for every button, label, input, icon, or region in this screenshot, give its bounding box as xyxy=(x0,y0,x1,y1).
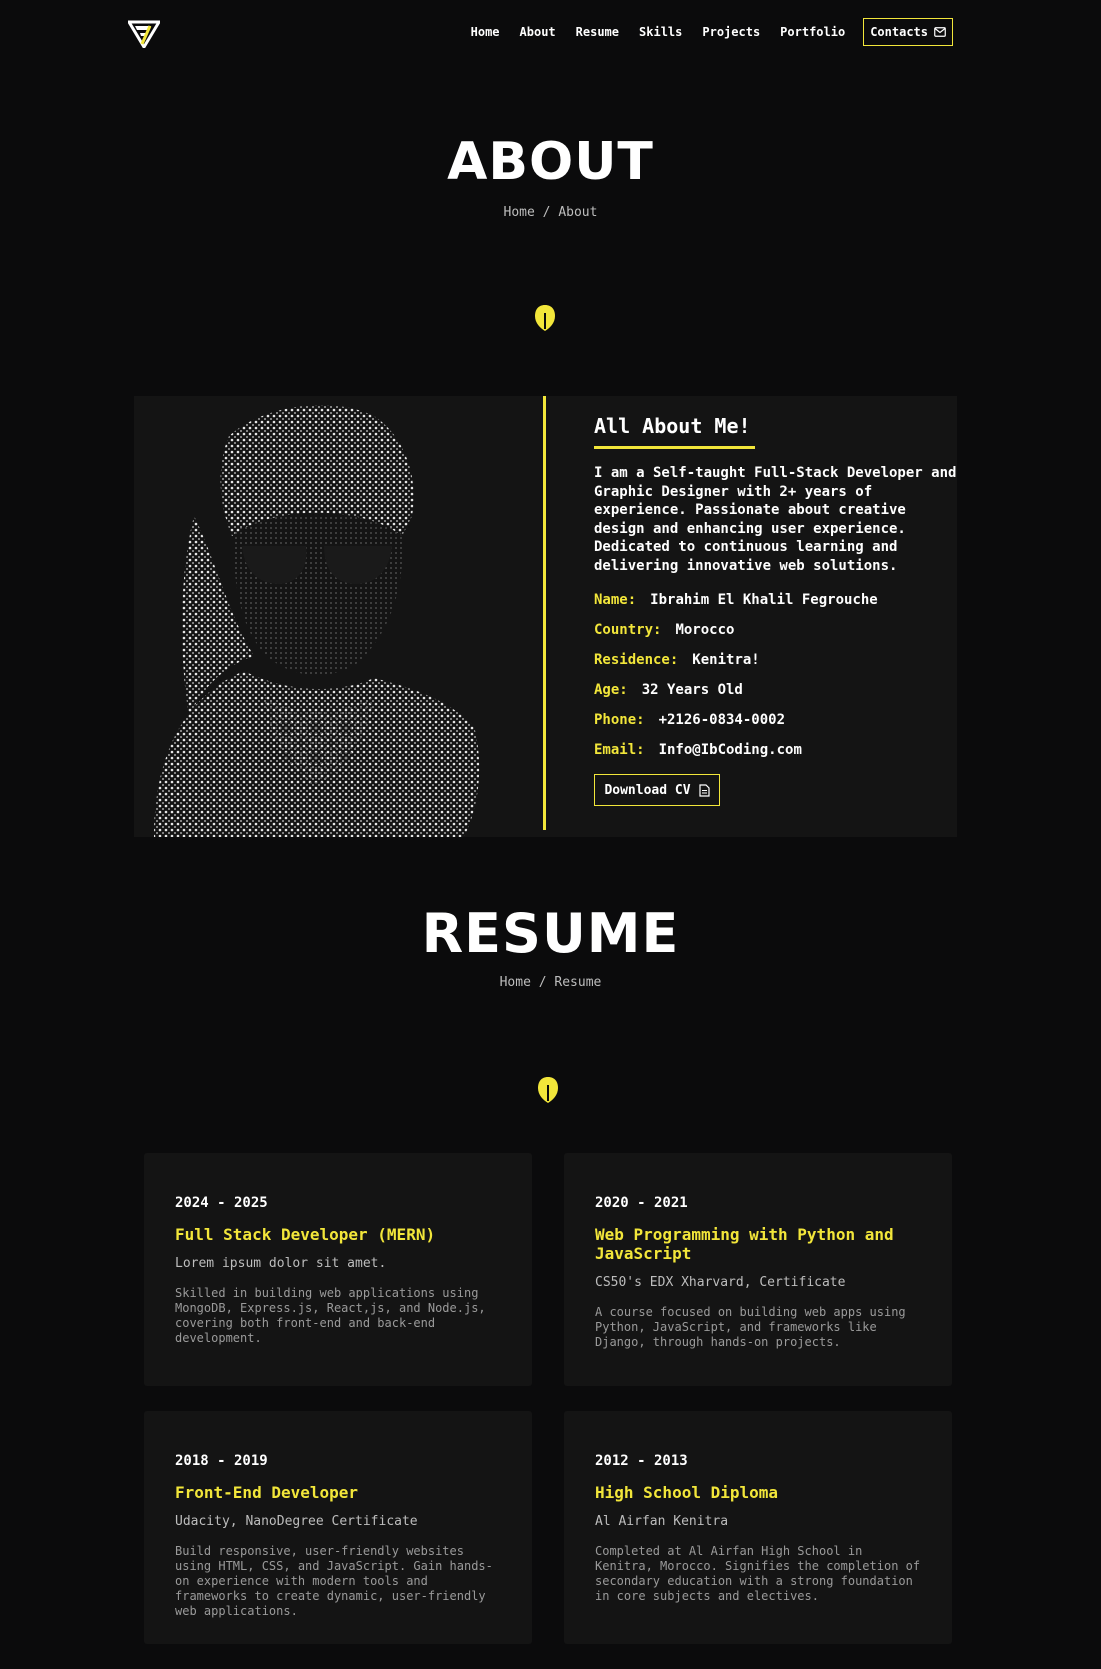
breadcrumb-separator: / xyxy=(542,205,551,220)
dotted-portrait-image xyxy=(154,405,480,837)
info-key: Country: xyxy=(594,622,662,638)
resume-description: Build responsive, user-friendly websites… xyxy=(175,1544,493,1618)
info-row-residence: Residence: Kenitra! xyxy=(594,652,760,668)
breadcrumb-home[interactable]: Home xyxy=(500,975,531,990)
resume-breadcrumb: Home / Resume xyxy=(0,975,1101,990)
resume-description: Completed at Al Airfan High School in Ke… xyxy=(595,1544,921,1603)
resume-org: Udacity, NanoDegree Certificate xyxy=(175,1514,418,1529)
about-heading-underline xyxy=(594,446,755,449)
about-page-title: ABOUT xyxy=(447,132,654,192)
resume-org: CS50's EDX Xharvard, Certificate xyxy=(595,1275,846,1290)
breadcrumb-current: About xyxy=(558,205,598,220)
about-heading: All About Me! xyxy=(594,414,751,438)
resume-card: 2018 - 2019 Front-End Developer Udacity,… xyxy=(144,1411,532,1644)
nav-about[interactable]: About xyxy=(520,25,556,39)
breadcrumb-current: Resume xyxy=(554,975,602,990)
info-key: Name: xyxy=(594,592,637,608)
resume-description: A course focused on building web apps us… xyxy=(595,1305,906,1349)
about-description: I am a Self-taught Full-Stack Developer … xyxy=(594,465,957,574)
info-key: Email: xyxy=(594,742,645,758)
nav-portfolio[interactable]: Portfolio xyxy=(780,25,845,39)
info-value: Kenitra! xyxy=(692,652,760,668)
contacts-label: Contacts xyxy=(870,25,928,39)
nav-home[interactable]: Home xyxy=(471,25,500,39)
info-row-country: Country: Morocco xyxy=(594,622,734,638)
info-row-age: Age: 32 Years Old xyxy=(594,682,743,698)
resume-org: Lorem ipsum dolor sit amet. xyxy=(175,1256,387,1271)
info-value[interactable]: +2126-0834-0002 xyxy=(659,712,785,728)
resume-page-title: RESUME xyxy=(421,902,680,965)
resume-role: High School Diploma xyxy=(595,1483,779,1502)
info-value: 32 Years Old xyxy=(641,682,743,698)
resume-period: 2020 - 2021 xyxy=(595,1195,688,1211)
info-key: Age: xyxy=(594,682,628,698)
resume-role: Full Stack Developer (MERN) xyxy=(175,1225,436,1244)
resume-period: 2012 - 2013 xyxy=(595,1453,688,1469)
info-key: Phone: xyxy=(594,712,645,728)
info-row-phone: Phone: +2126-0834-0002 xyxy=(594,712,785,728)
info-value[interactable]: Info@IbCoding.com xyxy=(659,742,802,758)
nav-skills[interactable]: Skills xyxy=(639,25,682,39)
mouse-scroll-icon xyxy=(538,1077,558,1103)
resume-card: 2024 - 2025 Full Stack Developer (MERN) … xyxy=(144,1153,532,1386)
breadcrumb-home[interactable]: Home xyxy=(504,205,535,220)
contacts-button[interactable]: Contacts xyxy=(863,18,953,46)
document-icon xyxy=(698,783,710,797)
resume-period: 2018 - 2019 xyxy=(175,1453,268,1469)
nav-resume[interactable]: Resume xyxy=(576,25,619,39)
profile-portrait xyxy=(134,396,539,837)
resume-role: Web Programming with Python and JavaScri… xyxy=(595,1225,894,1263)
resume-card: 2020 - 2021 Web Programming with Python … xyxy=(564,1153,952,1386)
resume-role: Front-End Developer xyxy=(175,1483,359,1502)
info-value: Morocco xyxy=(675,622,735,638)
mouse-scroll-icon xyxy=(535,305,555,331)
fi-triangle-logo-icon xyxy=(126,20,162,50)
site-logo[interactable] xyxy=(126,20,162,50)
mail-icon xyxy=(934,27,946,37)
resume-org: Al Airfan Kenitra xyxy=(595,1514,729,1529)
nav-projects[interactable]: Projects xyxy=(702,25,760,39)
download-cv-label: Download CV xyxy=(604,782,691,798)
info-key: Residence: xyxy=(594,652,679,668)
resume-period: 2024 - 2025 xyxy=(175,1195,268,1211)
download-cv-button[interactable]: Download CV xyxy=(594,774,720,806)
resume-card: 2012 - 2013 High School Diploma Al Airfa… xyxy=(564,1411,952,1644)
about-divider xyxy=(543,396,546,830)
main-nav: Home About Resume Skills Projects Portfo… xyxy=(451,18,953,46)
resume-description: Skilled in building web applications usi… xyxy=(175,1286,486,1345)
about-breadcrumb: Home / About xyxy=(0,205,1101,220)
breadcrumb-separator: / xyxy=(538,975,547,990)
info-row-name: Name: Ibrahim El Khalil Fegrouche xyxy=(594,592,878,608)
info-row-email: Email: Info@IbCoding.com xyxy=(594,742,802,758)
info-value: Ibrahim El Khalil Fegrouche xyxy=(650,592,878,608)
